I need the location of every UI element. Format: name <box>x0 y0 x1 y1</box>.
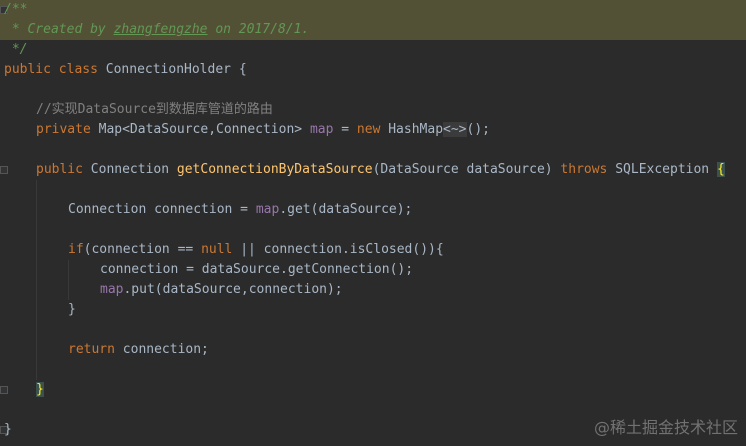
doc-comment-created: * Created by zhangfengzhe on 2017/8/1. <box>4 22 310 37</box>
statement-put: map.put(dataSource,connection); <box>100 282 343 297</box>
indent-guide <box>68 260 69 300</box>
fold-marker-icon[interactable] <box>0 166 8 174</box>
matched-brace: { <box>716 162 725 177</box>
doc-comment-close: */ <box>4 42 28 57</box>
field-declaration: private Map<DataSource,Connection> map =… <box>36 122 490 137</box>
fold-marker-icon[interactable] <box>0 386 8 394</box>
close-method-brace: } <box>36 382 44 397</box>
line-comment: //实现DataSource到数据库管道的路由 <box>36 102 273 117</box>
statement-get: Connection connection = map.get(dataSour… <box>68 202 413 217</box>
doc-comment-author: zhangfengzhe <box>113 22 208 37</box>
code-editor[interactable]: /** * Created by zhangfengzhe on 2017/8/… <box>0 0 746 446</box>
statement-assign: connection = dataSource.getConnection(); <box>100 262 414 277</box>
class-name: ConnectionHolder <box>105 62 231 77</box>
statement-if: if(connection == null || connection.isCl… <box>68 242 444 257</box>
field-name: map <box>309 122 334 137</box>
indent-guide <box>36 180 37 380</box>
doc-comment-open: /** <box>4 2 28 17</box>
close-class-brace: } <box>4 422 12 437</box>
class-declaration: public class ConnectionHolder { <box>4 62 247 77</box>
close-if-brace: } <box>68 302 76 317</box>
method-declaration: public Connection getConnectionByDataSou… <box>36 162 725 177</box>
statement-return: return connection; <box>68 342 209 357</box>
method-name: getConnectionByDataSource <box>176 162 373 177</box>
watermark-text: @稀土掘金技术社区 <box>593 418 738 437</box>
